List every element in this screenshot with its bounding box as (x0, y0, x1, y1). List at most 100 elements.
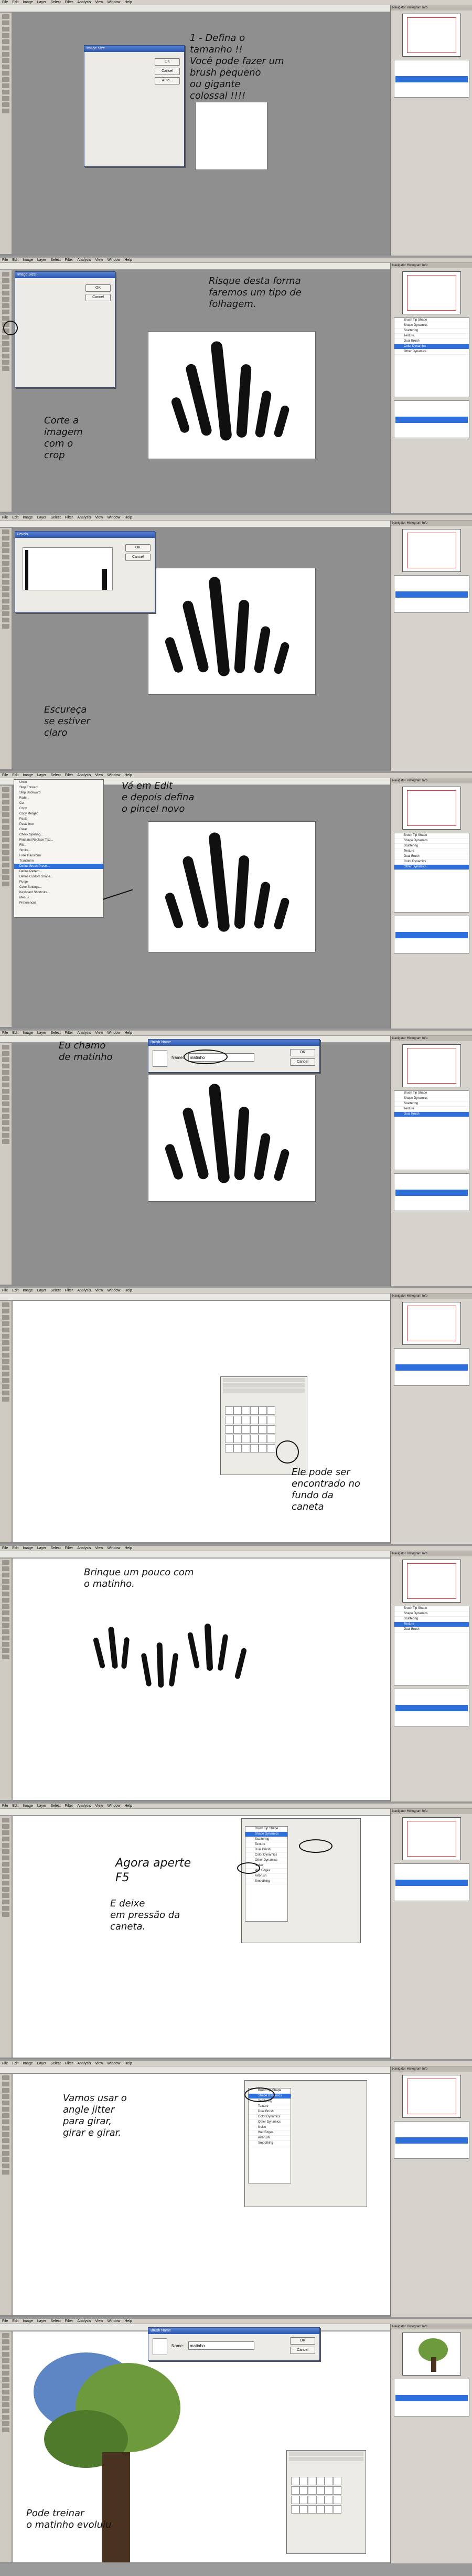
menu-item[interactable]: Color Settings... (14, 885, 103, 890)
layers-panel[interactable] (394, 60, 469, 98)
toolbox[interactable] (0, 270, 12, 512)
menu-item[interactable]: Stroke... (14, 848, 103, 853)
layers-panel[interactable] (394, 1173, 469, 1211)
brush-presets-list[interactable]: Brush Tip Shape Shape Dynamics Scattering T… (394, 1090, 469, 1170)
handwritten-note: Ele pode ser encontrado no fundo da cane… (292, 1467, 360, 1512)
ok-button[interactable]: OK (290, 2337, 315, 2345)
layers-panel[interactable] (394, 575, 469, 613)
menu-bar[interactable]: File Edit Image Layer Select Filter Analysis Vi… (0, 1031, 472, 1036)
cancel-button[interactable]: Cancel (125, 554, 151, 561)
brushes-panel[interactable]: Brush Tip Shape Shape Dynamics Scattering T… (241, 1818, 361, 1943)
toolbox[interactable] (0, 2331, 12, 2562)
ok-button[interactable]: OK (290, 1049, 315, 1056)
layers-panel[interactable] (394, 2121, 469, 2159)
toolbox[interactable] (0, 1816, 12, 2058)
menu-bar[interactable]: File Edit Image Layer Select Filter Analysis Vi… (0, 1288, 472, 1294)
brush-presets-list[interactable]: Brush Tip Shape Shape Dynamics Scattering T… (394, 317, 469, 397)
auto-button[interactable]: Auto... (155, 77, 180, 84)
name-field-circle (184, 1050, 228, 1064)
layers-panel[interactable] (394, 2379, 469, 2416)
cancel-button[interactable]: Cancel (290, 1058, 315, 1066)
ok-button[interactable]: OK (155, 58, 180, 66)
menu-bar[interactable]: File Edit Image Layer Select Filter Analysis Vi… (0, 0, 472, 5)
menu-item[interactable]: Check Spelling... (14, 832, 103, 838)
menu-item[interactable]: Define Pattern... (14, 869, 103, 874)
step-5-brush-name: File Edit Image Layer Select Filter Analysis Vi… (0, 1031, 472, 1286)
right-panels: Navigator Histogram Info (390, 1809, 472, 2059)
menu-bar[interactable]: File Edit Image Layer Select Filter Analysis Vi… (0, 515, 472, 521)
toolbox[interactable] (0, 13, 12, 254)
image-size-dialog[interactable]: Image Size OK Cancel Auto... (84, 45, 185, 167)
brush-presets-list[interactable]: Brush Tip Shape Shape Dynamics Scattering T… (394, 1606, 469, 1685)
brush-name-dialog[interactable]: Brush Name Name: OK Cancel (148, 1039, 320, 1073)
layers-panel[interactable] (394, 400, 469, 438)
define-brush-preset-item[interactable]: Define Brush Preset... (14, 864, 103, 869)
image-size-dialog[interactable]: Image Size OK Cancel (15, 271, 115, 388)
menu-item[interactable]: Undo (14, 780, 103, 785)
layers-panel[interactable] (394, 1863, 469, 1901)
step-4-define-brush: File Edit Image Layer Select Filter Analysis Vi… (0, 773, 472, 1029)
menu-item[interactable]: Keyboard Shortcuts... (14, 890, 103, 895)
menu-bar[interactable]: File Edit Image Layer Select Filter Analysis Vi… (0, 2319, 472, 2324)
menu-item[interactable]: Copy Merged (14, 811, 103, 817)
menu-item[interactable]: Cut (14, 801, 103, 806)
toolbox[interactable] (0, 1559, 12, 1800)
brush-name-input[interactable] (188, 2341, 254, 2350)
menu-item[interactable]: Purge (14, 879, 103, 885)
menu-item[interactable]: Step Forward (14, 785, 103, 790)
toolbox[interactable] (0, 1301, 12, 1542)
toolbox[interactable] (0, 786, 12, 1027)
dialog-title: Image Size (84, 46, 184, 52)
menu-item[interactable]: Transform (14, 858, 103, 864)
layers-panel[interactable] (394, 1689, 469, 1726)
cancel-button[interactable]: Cancel (290, 2347, 315, 2354)
navigator-thumbnail (402, 1817, 461, 1860)
menu-item[interactable]: Paste (14, 817, 103, 822)
menu-item[interactable]: Copy (14, 806, 103, 811)
cancel-button[interactable]: Cancel (85, 294, 111, 301)
menu-item[interactable]: Find and Replace Text... (14, 838, 103, 843)
menu-item[interactable]: Clear (14, 827, 103, 832)
menu-bar[interactable]: File Edit Image Layer Select Filter Analysis Vi… (0, 1804, 472, 1809)
ok-button[interactable]: OK (125, 544, 151, 552)
step-3-levels: File Edit Image Layer Select Filter Analysis Vi… (0, 515, 472, 771)
menu-item[interactable]: Define Custom Shape... (14, 874, 103, 879)
cancel-button[interactable]: Cancel (155, 68, 180, 75)
menu-item[interactable]: Free Transform (14, 853, 103, 858)
navigator-thumbnail (402, 787, 461, 830)
control-pen-pressure-circle (299, 1839, 332, 1853)
menu-item[interactable]: Fill... (14, 843, 103, 848)
menu-item[interactable]: Menus... (14, 895, 103, 900)
handwritten-note: 1 - Defina o tamanho !! Você pode fazer … (190, 33, 284, 101)
right-panels: Navigator Histogram Info (390, 2324, 472, 2563)
menu-item[interactable]: Preferences (14, 900, 103, 906)
brush-presets-list[interactable]: Brush Tip Shape Shape Dynamics Scattering T… (394, 833, 469, 913)
crop-tool-circle (3, 321, 18, 335)
menu-bar[interactable]: File Edit Image Layer Select Filter Analysis Vi… (0, 258, 472, 263)
navigator-thumbnail (402, 1044, 461, 1087)
layers-panel[interactable] (394, 916, 469, 953)
edit-menu[interactable]: Undo Step Forward Step Backward Fade... … (14, 779, 104, 918)
right-panels: Navigator Histogram Info Brush Tip Shape Sh… (390, 1036, 472, 1286)
dialog-title: Levels (15, 532, 155, 538)
menu-item[interactable]: Paste Into (14, 822, 103, 827)
brush-name-dialog[interactable]: Brush Name Name: OK Cancel (148, 2327, 320, 2361)
ok-button[interactable]: OK (85, 284, 111, 292)
brush-picker-popup[interactable] (286, 2450, 366, 2554)
menu-bar[interactable]: File Edit Image Layer Select Filter Analysis Vi… (0, 1546, 472, 1551)
menu-bar[interactable]: File Edit Image Layer Select Filter Analysis Vi… (0, 2061, 472, 2066)
menu-bar[interactable]: File Edit Image Layer Select Filter Analysis Vi… (0, 773, 472, 778)
menu-item[interactable]: Step Backward (14, 790, 103, 796)
new-brush-circle (276, 1440, 299, 1464)
menu-item[interactable]: Fade... (14, 796, 103, 801)
brushes-options-list[interactable]: Brush Tip Shape Shape Dynamics Scattering T… (245, 1826, 288, 1922)
step-8-brushes-panel: File Edit Image Layer Select Filter Analysis Vi… (0, 1804, 472, 2059)
toolbox[interactable] (0, 528, 12, 769)
drawing-canvas (13, 1559, 390, 1800)
toolbox[interactable] (0, 1043, 12, 1285)
toolbox[interactable] (0, 2074, 12, 2315)
layers-panel[interactable] (394, 1348, 469, 1386)
step-7-play-brush: File Edit Image Layer Select Filter Analysis Vi… (0, 1546, 472, 1801)
levels-dialog[interactable]: Levels OK Cancel (15, 531, 155, 613)
brushes-options-list[interactable]: Brush Tip Shape Shape Dynamics Scattering T… (248, 2088, 291, 2183)
